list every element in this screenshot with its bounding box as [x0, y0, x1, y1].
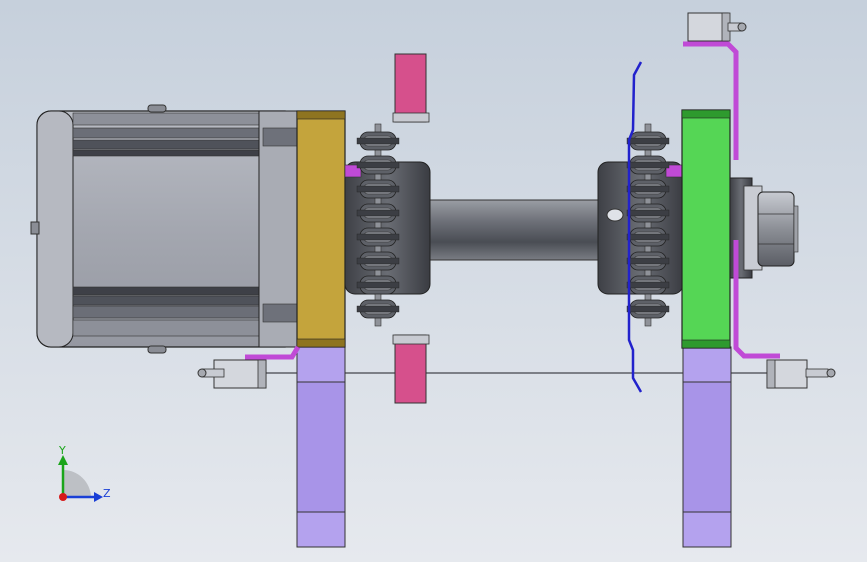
chain-pin: [356, 185, 400, 193]
chain-pin: [356, 233, 400, 241]
chain-pin: [626, 137, 670, 145]
cad-viewport[interactable]: Y Z: [0, 0, 867, 562]
chain-pin: [356, 257, 400, 265]
pink-block-top: [394, 53, 427, 123]
green-plate: [681, 109, 731, 349]
purple-leg-right: [682, 346, 732, 548]
chain-pin: [356, 281, 400, 289]
hex-nut: [757, 191, 799, 267]
chain-pin: [626, 161, 670, 169]
chain-pin: [626, 233, 670, 241]
chain-pin: [626, 305, 670, 313]
chain-pin: [626, 185, 670, 193]
assembly-drawing: Y Z: [0, 0, 867, 562]
motor: [30, 104, 300, 354]
chain-pin: [626, 257, 670, 265]
chain-pin: [626, 209, 670, 217]
chain-pin: [356, 305, 400, 313]
set-screw-hole: [606, 208, 624, 222]
chain-pin: [626, 281, 670, 289]
x-axis-dot: [59, 493, 67, 501]
drive-shaft: [424, 199, 606, 261]
z-axis-label: Z: [103, 487, 111, 500]
pink-block-bottom: [394, 334, 427, 404]
y-axis-label: Y: [58, 444, 66, 457]
chain-pin: [356, 209, 400, 217]
chain-pin: [356, 161, 400, 169]
purple-leg-left: [296, 346, 346, 548]
gearbox: [296, 110, 346, 348]
chain-pin: [356, 137, 400, 145]
